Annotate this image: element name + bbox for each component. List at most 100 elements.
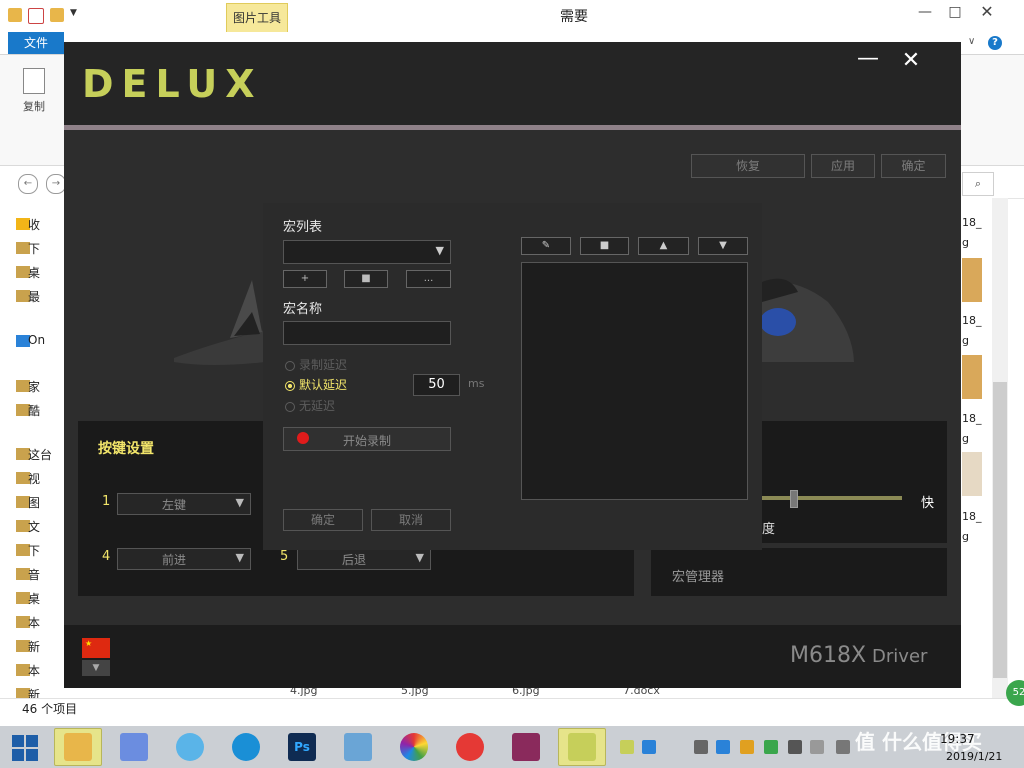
china-flag-icon[interactable]: ★ bbox=[82, 638, 110, 658]
nav-item[interactable]: 酷 bbox=[28, 402, 40, 419]
macro-steps-list[interactable] bbox=[521, 262, 748, 500]
tray-cloud-icon[interactable] bbox=[716, 740, 730, 754]
key-5-value: 后退 bbox=[341, 553, 366, 567]
pinwheel-icon bbox=[400, 733, 428, 761]
tray-ime-icon[interactable] bbox=[810, 740, 824, 754]
more-macro-button[interactable]: ... bbox=[406, 270, 451, 288]
file-thumbnail[interactable] bbox=[962, 258, 982, 302]
nav-item[interactable]: 图 bbox=[28, 494, 40, 511]
clock-time[interactable]: 19:37 bbox=[940, 732, 975, 746]
scrollbar-thumb[interactable] bbox=[993, 382, 1007, 678]
taskbar-picasa[interactable] bbox=[390, 728, 438, 766]
nav-item[interactable]: 这台 bbox=[28, 446, 52, 463]
nav-item[interactable]: 家 bbox=[28, 378, 40, 395]
nav-item[interactable]: 本 bbox=[28, 662, 40, 679]
tray-check-icon[interactable] bbox=[764, 740, 778, 754]
file-thumbnail[interactable] bbox=[962, 452, 982, 496]
start-button[interactable] bbox=[10, 733, 40, 763]
back-icon[interactable]: ← bbox=[18, 174, 38, 194]
forward-icon[interactable]: → bbox=[46, 174, 66, 194]
taskbar-photoshop[interactable]: Ps bbox=[278, 728, 326, 766]
key-4-dropdown[interactable]: 前进 ▼ bbox=[117, 548, 251, 570]
nav-item[interactable]: 文 bbox=[28, 518, 40, 535]
picture-tools-tab[interactable]: 图片工具 bbox=[226, 3, 288, 33]
customize-qat-icon[interactable]: ▼ bbox=[70, 8, 77, 26]
nav-item[interactable]: 视 bbox=[28, 470, 40, 487]
mouse-image-right bbox=[760, 278, 854, 362]
nav-item[interactable]: On bbox=[28, 333, 45, 347]
delay-input[interactable]: 50 bbox=[413, 374, 460, 396]
move-down-icon[interactable]: ▼ bbox=[698, 237, 748, 255]
status-bar bbox=[0, 698, 1024, 723]
nav-item[interactable]: 音 bbox=[28, 566, 40, 583]
nav-item[interactable]: 收 bbox=[28, 216, 40, 233]
macro-ok-button[interactable]: 确定 bbox=[283, 509, 363, 531]
taskbar-winrar[interactable] bbox=[502, 728, 550, 766]
record-delay-radio[interactable]: 录制延迟 bbox=[285, 356, 347, 373]
file-tab[interactable]: 文件 bbox=[8, 32, 64, 54]
properties-icon[interactable] bbox=[28, 8, 44, 24]
copy-button[interactable]: 复制 bbox=[18, 68, 50, 114]
taskbar-feishu[interactable] bbox=[110, 728, 158, 766]
help-icon[interactable]: ? bbox=[988, 36, 1002, 50]
quick-access-toolbar: ▼ bbox=[8, 8, 77, 26]
explorer-icon bbox=[64, 733, 92, 761]
key-5-dropdown[interactable]: 后退 ▼ bbox=[297, 548, 431, 570]
speed-slider-thumb[interactable] bbox=[790, 490, 798, 508]
default-delay-radio[interactable]: 默认延迟 bbox=[285, 376, 347, 393]
driver-minimize-icon[interactable]: — bbox=[856, 46, 880, 71]
macro-name-input[interactable] bbox=[283, 321, 451, 345]
ok-button[interactable]: 确定 bbox=[881, 154, 946, 178]
file-thumbnail[interactable] bbox=[962, 355, 982, 399]
nav-item[interactable]: 新 bbox=[28, 638, 40, 655]
key-1-dropdown[interactable]: 左键 ▼ bbox=[117, 493, 251, 515]
maximize-icon[interactable]: □ bbox=[940, 4, 970, 20]
delete-macro-button[interactable]: ■ bbox=[344, 270, 388, 288]
macro-cancel-button[interactable]: 取消 bbox=[371, 509, 451, 531]
nav-item[interactable]: 桌 bbox=[28, 264, 40, 281]
windows-logo-pane bbox=[26, 735, 38, 747]
restore-button[interactable]: 恢复 bbox=[691, 154, 805, 178]
macro-list-select[interactable]: ▼ bbox=[283, 240, 451, 264]
nav-item[interactable]: 桌 bbox=[28, 590, 40, 607]
taskbar-explorer[interactable] bbox=[54, 728, 102, 766]
nav-item[interactable]: 下 bbox=[28, 542, 40, 559]
clock-date[interactable]: 2019/1/21 bbox=[946, 750, 1002, 763]
nav-item[interactable]: 本 bbox=[28, 614, 40, 631]
edit-icon[interactable]: ✎ bbox=[521, 237, 571, 255]
taskbar-baidu[interactable] bbox=[166, 728, 214, 766]
notification-icon[interactable] bbox=[836, 740, 850, 754]
nav-item[interactable]: 最 bbox=[28, 288, 40, 305]
file-label: 18_ bbox=[962, 314, 982, 327]
driver-close-icon[interactable]: ✕ bbox=[898, 48, 924, 73]
photoshop-icon: Ps bbox=[288, 733, 316, 761]
speaker-icon[interactable] bbox=[788, 740, 802, 754]
search-icon[interactable]: ⌕ bbox=[962, 172, 994, 196]
new-folder-icon[interactable] bbox=[50, 8, 64, 22]
explorer-titlebar bbox=[0, 0, 1024, 32]
add-macro-button[interactable]: + bbox=[283, 270, 327, 288]
speed-slider[interactable] bbox=[762, 496, 902, 500]
close-icon[interactable]: ✕ bbox=[972, 2, 1002, 21]
folder-icon[interactable] bbox=[8, 8, 22, 22]
no-delay-radio[interactable]: 无延迟 bbox=[285, 397, 335, 414]
move-up-icon[interactable]: ▲ bbox=[638, 237, 689, 255]
taskbar-browser[interactable] bbox=[222, 728, 270, 766]
apply-button[interactable]: 应用 bbox=[811, 154, 875, 178]
taskbar-delux[interactable] bbox=[558, 728, 606, 766]
taskbar-photos[interactable] bbox=[334, 728, 382, 766]
minimize-icon[interactable]: — bbox=[910, 4, 940, 20]
language-dropdown-icon[interactable]: ▼ bbox=[82, 660, 110, 676]
header-divider bbox=[64, 125, 961, 130]
tray-shield-icon[interactable] bbox=[740, 740, 754, 754]
taskbar-app-red[interactable] bbox=[446, 728, 494, 766]
tray-delux-icon[interactable] bbox=[620, 740, 634, 754]
nav-item[interactable]: 下 bbox=[28, 240, 40, 257]
item-count: 46 个项目 bbox=[22, 702, 78, 716]
delete-icon[interactable]: ■ bbox=[580, 237, 629, 255]
collapse-ribbon-icon[interactable]: ∨ bbox=[968, 36, 975, 47]
tray-cursor-icon[interactable] bbox=[694, 740, 708, 754]
speed-fast-label: 快 bbox=[921, 496, 935, 511]
tray-app-icon[interactable] bbox=[642, 740, 656, 754]
chevron-down-icon: ▼ bbox=[415, 551, 424, 564]
